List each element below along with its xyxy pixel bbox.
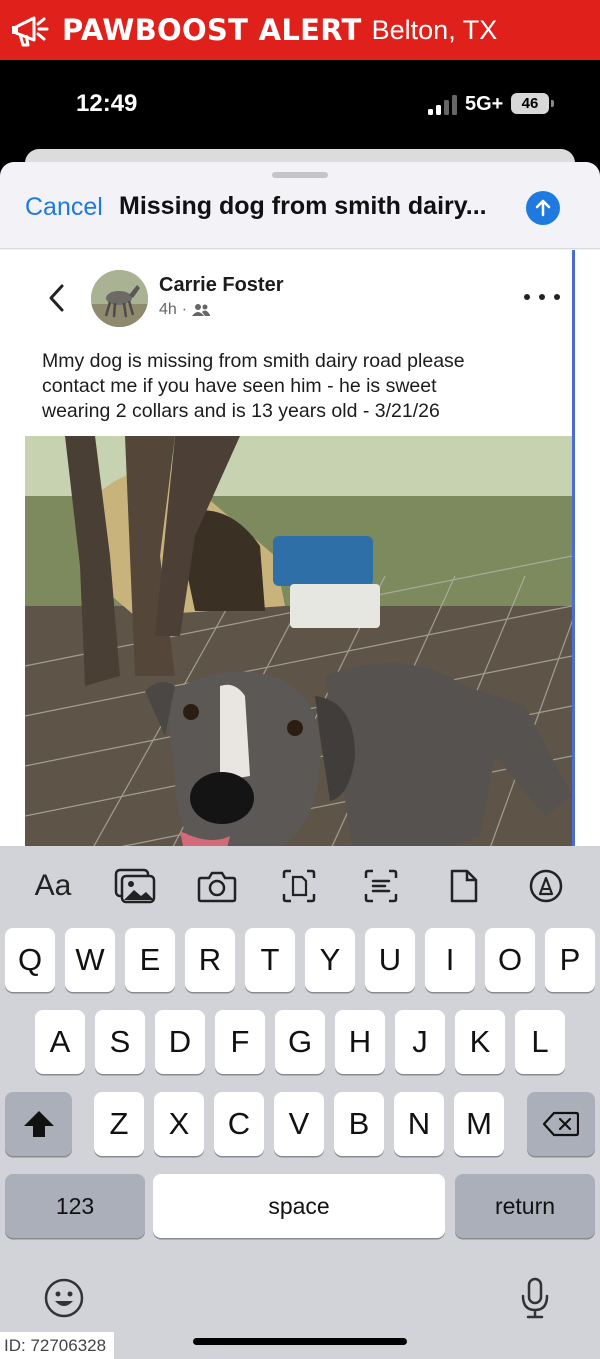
screen: PAWBOOST ALERT Belton, TX 12:49 5G+ 46 C… bbox=[0, 0, 600, 1359]
send-button[interactable] bbox=[526, 191, 560, 225]
key-g[interactable]: G bbox=[275, 1010, 325, 1074]
alert-banner: PAWBOOST ALERT Belton, TX bbox=[0, 0, 600, 60]
document-button[interactable] bbox=[442, 864, 486, 908]
key-k[interactable]: K bbox=[455, 1010, 505, 1074]
horse-avatar-image bbox=[91, 270, 148, 327]
dot-icon bbox=[554, 294, 560, 300]
alert-title: PAWBOOST ALERT bbox=[62, 13, 362, 47]
numbers-key[interactable]: 123 bbox=[5, 1174, 145, 1238]
avatar[interactable] bbox=[91, 270, 148, 327]
home-indicator[interactable] bbox=[193, 1338, 407, 1345]
key-n[interactable]: N bbox=[394, 1092, 444, 1156]
network-type: 5G+ bbox=[465, 93, 504, 115]
post-text-line: contact me if you have seen him - he is … bbox=[42, 375, 437, 397]
emoji-button[interactable] bbox=[42, 1276, 86, 1320]
key-b[interactable]: B bbox=[334, 1092, 384, 1156]
emoji-icon bbox=[44, 1278, 84, 1318]
sheet-title: Missing dog from smith dairy... bbox=[119, 192, 487, 220]
key-x[interactable]: X bbox=[154, 1092, 204, 1156]
key-c[interactable]: C bbox=[214, 1092, 264, 1156]
scroll-edge bbox=[572, 250, 575, 862]
share-sheet: Cancel Missing dog from smith dairy... C… bbox=[0, 162, 600, 862]
chevron-left-icon[interactable] bbox=[44, 282, 70, 314]
battery-icon bbox=[551, 100, 554, 107]
document-icon bbox=[450, 869, 478, 903]
meta-separator: · bbox=[181, 301, 188, 318]
photo-library-button[interactable] bbox=[113, 864, 157, 908]
status-bar: 12:49 5G+ 46 bbox=[0, 60, 600, 150]
dot-icon bbox=[524, 294, 530, 300]
font-label: Aa bbox=[34, 869, 72, 902]
dog-photo[interactable] bbox=[25, 436, 572, 862]
key-e[interactable]: E bbox=[125, 928, 175, 992]
shift-key[interactable] bbox=[5, 1092, 72, 1156]
sheet-grabber[interactable] bbox=[272, 172, 328, 178]
markup-pen-icon bbox=[529, 869, 563, 903]
delete-key[interactable] bbox=[527, 1092, 595, 1156]
author-name[interactable]: Carrie Foster bbox=[159, 274, 284, 297]
more-options-button[interactable] bbox=[524, 282, 560, 312]
key-y[interactable]: Y bbox=[305, 928, 355, 992]
key-r[interactable]: R bbox=[185, 928, 235, 992]
key-u[interactable]: U bbox=[365, 928, 415, 992]
scan-document-icon bbox=[282, 869, 316, 903]
post-text-line: Mmy dog is missing from smith dairy road… bbox=[42, 350, 465, 372]
post-preview: Carrie Foster 4h · Mmy dog is missing fr… bbox=[0, 250, 600, 862]
scan-document-button[interactable] bbox=[277, 864, 321, 908]
scan-text-button[interactable] bbox=[359, 864, 403, 908]
space-key[interactable]: space bbox=[153, 1174, 445, 1238]
dictation-button[interactable] bbox=[513, 1276, 557, 1320]
key-m[interactable]: M bbox=[454, 1092, 504, 1156]
backspace-icon bbox=[543, 1111, 579, 1137]
key-a[interactable]: A bbox=[35, 1010, 85, 1074]
return-key[interactable]: return bbox=[455, 1174, 595, 1238]
key-z[interactable]: Z bbox=[94, 1092, 144, 1156]
post-text: Mmy dog is missing from smith dairy road… bbox=[42, 349, 562, 424]
photo-library-icon bbox=[114, 868, 156, 904]
font-format-button[interactable]: Aa bbox=[31, 864, 75, 908]
camera-button[interactable] bbox=[195, 864, 239, 908]
camera-icon bbox=[197, 871, 237, 903]
key-p[interactable]: P bbox=[545, 928, 595, 992]
markup-button[interactable] bbox=[524, 864, 568, 908]
arrow-up-icon bbox=[535, 199, 551, 217]
scan-text-icon bbox=[364, 869, 398, 903]
post-meta: 4h · bbox=[159, 301, 211, 319]
key-t[interactable]: T bbox=[245, 928, 295, 992]
key-l[interactable]: L bbox=[515, 1010, 565, 1074]
key-j[interactable]: J bbox=[395, 1010, 445, 1074]
key-o[interactable]: O bbox=[485, 928, 535, 992]
key-s[interactable]: S bbox=[95, 1010, 145, 1074]
id-label: ID: 72706328 bbox=[0, 1332, 114, 1359]
key-v[interactable]: V bbox=[274, 1092, 324, 1156]
dot-icon bbox=[539, 294, 545, 300]
alert-location: Belton, TX bbox=[371, 14, 498, 45]
divider bbox=[0, 248, 600, 249]
dog-photo-image bbox=[25, 436, 572, 862]
cancel-button[interactable]: Cancel bbox=[25, 193, 103, 222]
key-w[interactable]: W bbox=[65, 928, 115, 992]
battery-level: 46 bbox=[511, 93, 549, 114]
megaphone-icon bbox=[12, 16, 49, 47]
keyboard: Aa Q W E R T Y U I O P A S D F G H J K L… bbox=[0, 846, 600, 1359]
post-text-line: wearing 2 collars and is 13 years old - … bbox=[42, 400, 440, 422]
post-time: 4h bbox=[159, 301, 177, 318]
key-h[interactable]: H bbox=[335, 1010, 385, 1074]
key-d[interactable]: D bbox=[155, 1010, 205, 1074]
key-f[interactable]: F bbox=[215, 1010, 265, 1074]
shift-arrow-icon bbox=[23, 1111, 54, 1137]
clock: 12:49 bbox=[76, 90, 138, 117]
key-i[interactable]: I bbox=[425, 928, 475, 992]
microphone-icon bbox=[521, 1277, 549, 1319]
friends-audience-icon bbox=[192, 304, 211, 316]
cellular-signal-icon bbox=[428, 95, 457, 115]
key-q[interactable]: Q bbox=[5, 928, 55, 992]
